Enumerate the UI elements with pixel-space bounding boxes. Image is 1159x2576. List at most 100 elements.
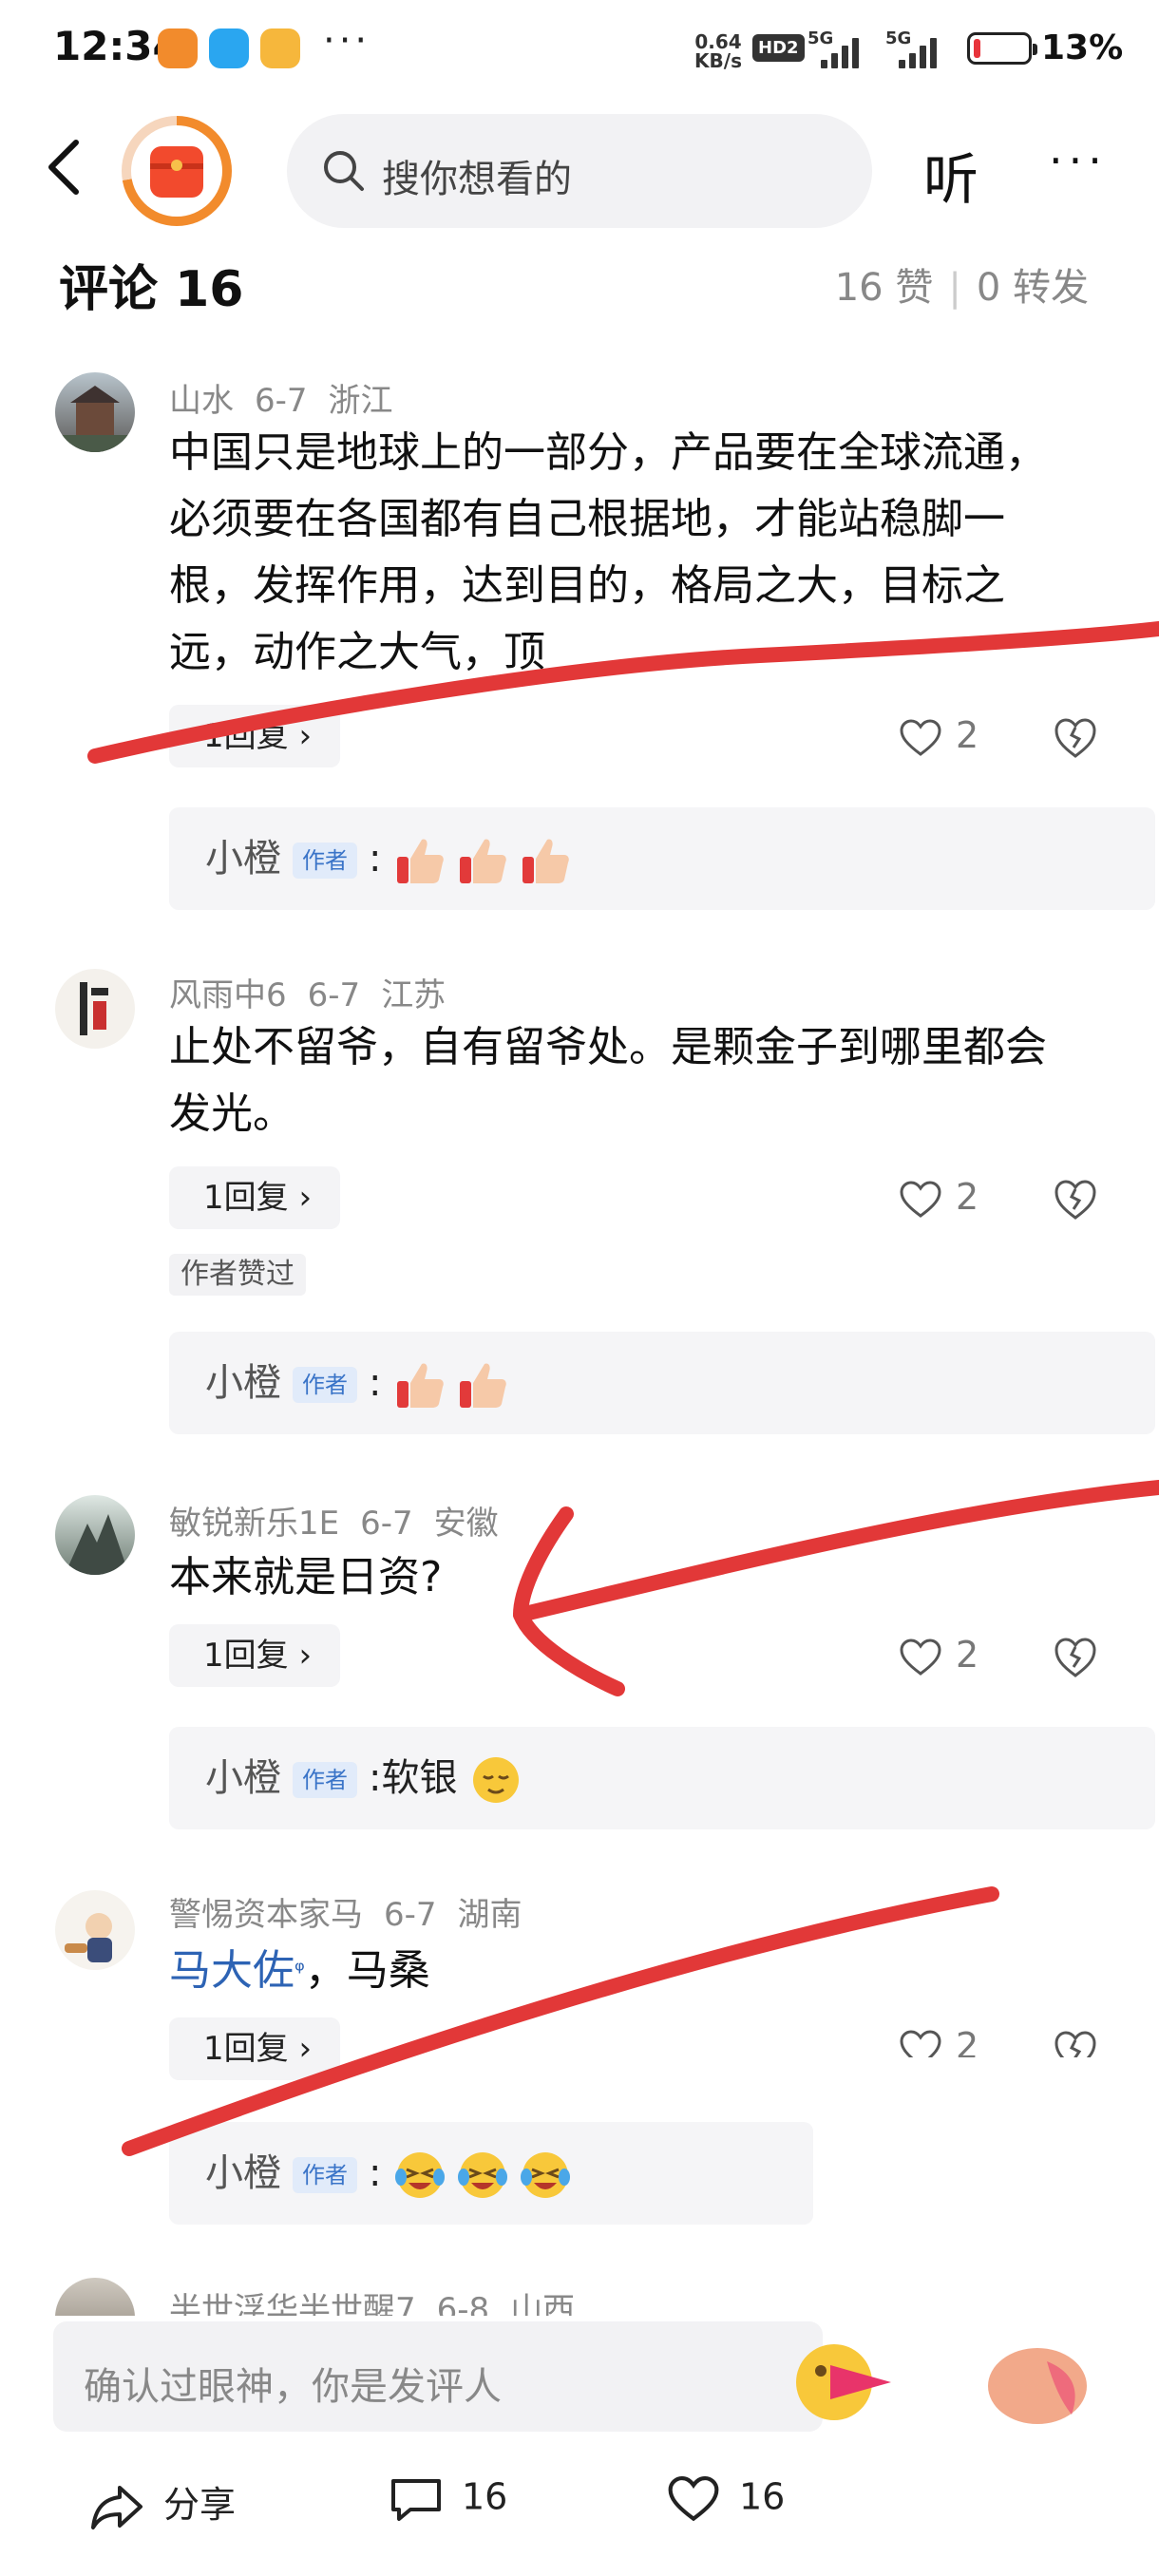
reply-colon: : — [369, 1756, 382, 1800]
relieved-face-emoji-icon — [473, 1757, 520, 1803]
author-reply[interactable]: 小橙 作者: — [169, 2122, 813, 2225]
search-bar[interactable]: 搜你想看的 — [287, 114, 872, 228]
reply-label: 1回复 — [203, 1179, 289, 1217]
avatar[interactable] — [55, 372, 135, 452]
comment-region: 湖南 — [457, 1896, 522, 1934]
comment-region: 安徽 — [433, 1505, 499, 1543]
hd-voice-icon: HD2 — [752, 34, 805, 62]
chevron-right-icon: › — [288, 717, 313, 755]
comment-date: 6-7 — [360, 1505, 413, 1543]
reply-author-name[interactable]: 小橙 — [205, 1756, 281, 1800]
like-button[interactable]: 2 — [899, 1634, 978, 1676]
like-count: 2 — [956, 2025, 979, 2057]
sticker-emoji-icon-2[interactable] — [980, 2339, 1094, 2432]
thumbs-up-emoji-icon — [397, 839, 444, 883]
comment-user[interactable]: 风雨中6 — [169, 976, 287, 1014]
comment-text: 止处不留爷，自有留爷处。是颗金子到哪里都会发光。 — [169, 1023, 1047, 1138]
broken-heart-icon[interactable] — [1053, 716, 1098, 760]
reply-button[interactable]: 1回复 › — [169, 2017, 341, 2080]
share-icon — [91, 2485, 142, 2529]
crying-laughing-emoji-icon — [521, 2152, 571, 2198]
crying-laughing-emoji-icon — [395, 2152, 446, 2198]
chevron-right-icon: › — [288, 2030, 313, 2068]
avatar[interactable] — [55, 1890, 135, 1970]
reply-author-name[interactable]: 小橙 — [205, 2151, 281, 2195]
comment-text-rest: ，马桑 — [304, 1946, 430, 1995]
like-post-button[interactable]: 16 — [667, 2475, 785, 2523]
app-notification-icon — [158, 28, 198, 68]
comment-region: 浙江 — [328, 382, 393, 420]
post-stats: 16 赞 | 0 转发 — [834, 266, 1089, 310]
comment-input[interactable]: 确认过眼神，你是发评人 — [53, 2321, 823, 2432]
like-button[interactable]: 2 — [899, 2025, 978, 2057]
partial-comment: 半世浮华半世醒7 6-8 山西 — [0, 2264, 1159, 2316]
comment-text: 中国只是地球上的一部分，产品要在全球流通，必须要在各国都有自己根据地，才能站稳脚… — [169, 428, 1047, 676]
dislike-button[interactable] — [1053, 2029, 1098, 2057]
sticker-emoji-icon[interactable] — [792, 2333, 906, 2432]
red-packet-logo[interactable] — [122, 116, 232, 226]
author-badge: 作者 — [293, 2157, 357, 2193]
heart-icon — [900, 718, 941, 756]
comment-text: 本来就是日资? — [169, 1553, 443, 1601]
comment-user[interactable]: 敏锐新乐1E — [169, 1505, 339, 1543]
reply-colon: : — [369, 2151, 382, 2195]
reply-label: 1回复 — [203, 717, 289, 755]
comment-count-button[interactable]: 16 — [390, 2475, 507, 2523]
speed-unit: KB/s — [694, 49, 742, 72]
avatar[interactable] — [55, 1495, 135, 1575]
comment-meta: 山水 6-7 浙江 — [169, 374, 414, 421]
likes-count[interactable]: 16 赞 — [835, 266, 934, 310]
search-placeholder: 搜你想看的 — [382, 158, 572, 201]
comment-user[interactable]: 警惕资本家马 — [169, 1896, 363, 1934]
broken-heart-icon[interactable] — [1053, 1636, 1098, 1679]
author-reply[interactable]: 小橙 作者: — [169, 807, 1155, 910]
author-reply[interactable]: 小橙 作者:软银 — [169, 1727, 1155, 1829]
comment-meta: 敏锐新乐1E 6-7 安徽 — [169, 1497, 520, 1544]
comment-count: 16 — [462, 2475, 508, 2518]
reply-colon: : — [369, 1361, 382, 1405]
battery-level — [974, 39, 980, 58]
listen-button[interactable]: 听 — [923, 135, 978, 215]
comments-title: 评论 16 — [59, 261, 244, 318]
like-count: 2 — [956, 1634, 979, 1676]
comment-user[interactable]: 半世浮华半世醒7 — [169, 2291, 416, 2316]
more-options-icon[interactable]: ··· — [1049, 139, 1108, 182]
broken-heart-icon[interactable] — [1053, 1178, 1098, 1222]
reposts-count[interactable]: 0 转发 — [977, 266, 1089, 310]
crying-laughing-emoji-icon — [458, 2152, 508, 2198]
more-notifications-icon: ··· — [323, 19, 371, 63]
comment-date: 6-7 — [384, 1896, 437, 1934]
chat-notification-icon — [209, 28, 249, 68]
author-badge: 作者 — [293, 843, 357, 879]
heart-icon — [900, 1638, 941, 1676]
comment-input-placeholder: 确认过眼神，你是发评人 — [84, 2365, 502, 2409]
battery-icon — [967, 32, 1037, 65]
signal-icon-1 — [821, 34, 870, 68]
comment-date: 6-7 — [307, 976, 361, 1014]
like-button[interactable]: 2 — [899, 1176, 978, 1219]
avatar[interactable] — [55, 2278, 135, 2316]
thumbs-up-emoji-icon — [522, 839, 569, 883]
author-reply[interactable]: 小橙 作者: — [169, 1332, 1155, 1434]
reply-text: 软银 — [381, 1756, 458, 1800]
comment-meta: 半世浮华半世醒7 6-8 山西 — [169, 2283, 596, 2316]
comment-meta: 风雨中6 6-7 江苏 — [169, 969, 466, 1015]
battery-percent: 13% — [1041, 28, 1124, 67]
comment-region: 山西 — [510, 2291, 576, 2316]
comment-user[interactable]: 山水 — [169, 382, 234, 420]
avatar[interactable] — [55, 969, 135, 1049]
mention-link[interactable]: 马大佐 — [169, 1946, 294, 1995]
back-button[interactable] — [46, 139, 84, 196]
search-icon — [324, 151, 364, 191]
share-button[interactable]: 分享 — [89, 2475, 236, 2531]
thumbs-up-emoji-icon — [460, 839, 506, 883]
reply-author-name[interactable]: 小橙 — [205, 837, 281, 881]
status-bar: 12:34 ··· 0.64 KB/s HD2 5G 5G 13% — [0, 0, 1159, 104]
reply-button[interactable]: 1回复 › — [169, 1624, 341, 1687]
reply-button[interactable]: 1回复 › — [169, 1166, 341, 1229]
chevron-right-icon: › — [288, 1637, 313, 1675]
reply-button[interactable]: 1回复 › — [169, 705, 341, 767]
like-button[interactable]: 2 — [899, 714, 978, 757]
reply-author-name[interactable]: 小橙 — [205, 1361, 281, 1405]
chevron-right-icon: › — [288, 1179, 313, 1217]
